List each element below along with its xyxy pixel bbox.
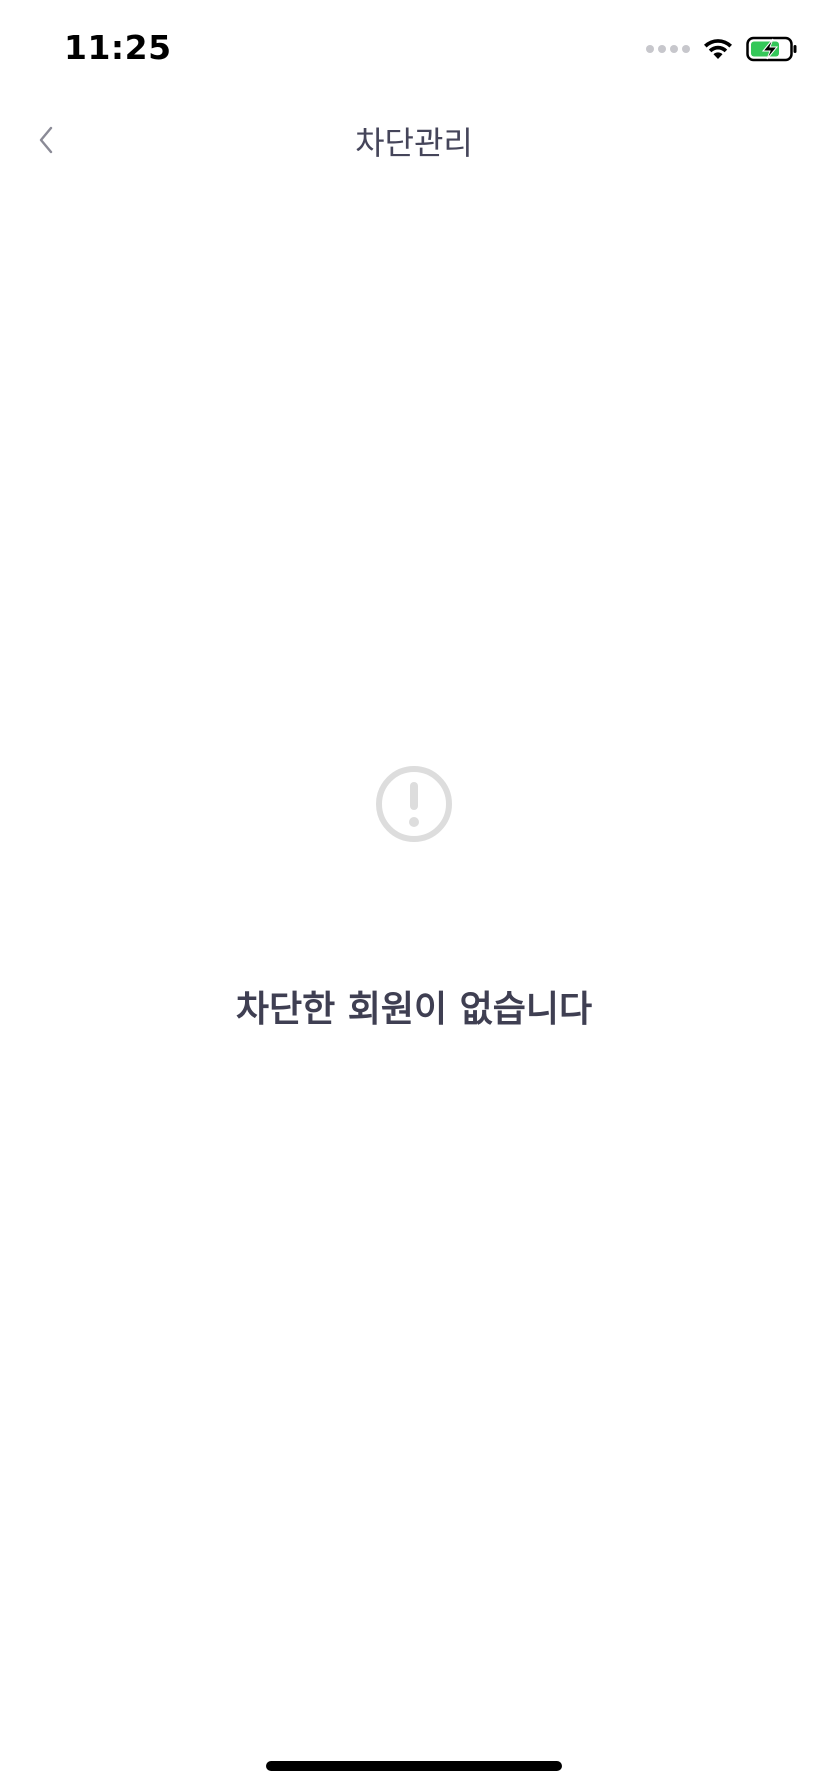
nav-bar: 차단관리 bbox=[0, 100, 828, 180]
status-time: 11:25 bbox=[64, 28, 172, 67]
empty-state-message: 차단한 회원이 없습니다 bbox=[235, 989, 593, 1030]
page-title: 차단관리 bbox=[355, 124, 473, 162]
status-bar: 11:25 bbox=[0, 0, 828, 100]
exclamation-circle-icon bbox=[376, 766, 452, 842]
status-icons bbox=[646, 34, 798, 64]
signal-icon bbox=[646, 45, 690, 53]
wifi-icon bbox=[704, 39, 732, 59]
home-indicator[interactable] bbox=[266, 1761, 562, 1771]
battery-charging-icon bbox=[746, 36, 797, 62]
